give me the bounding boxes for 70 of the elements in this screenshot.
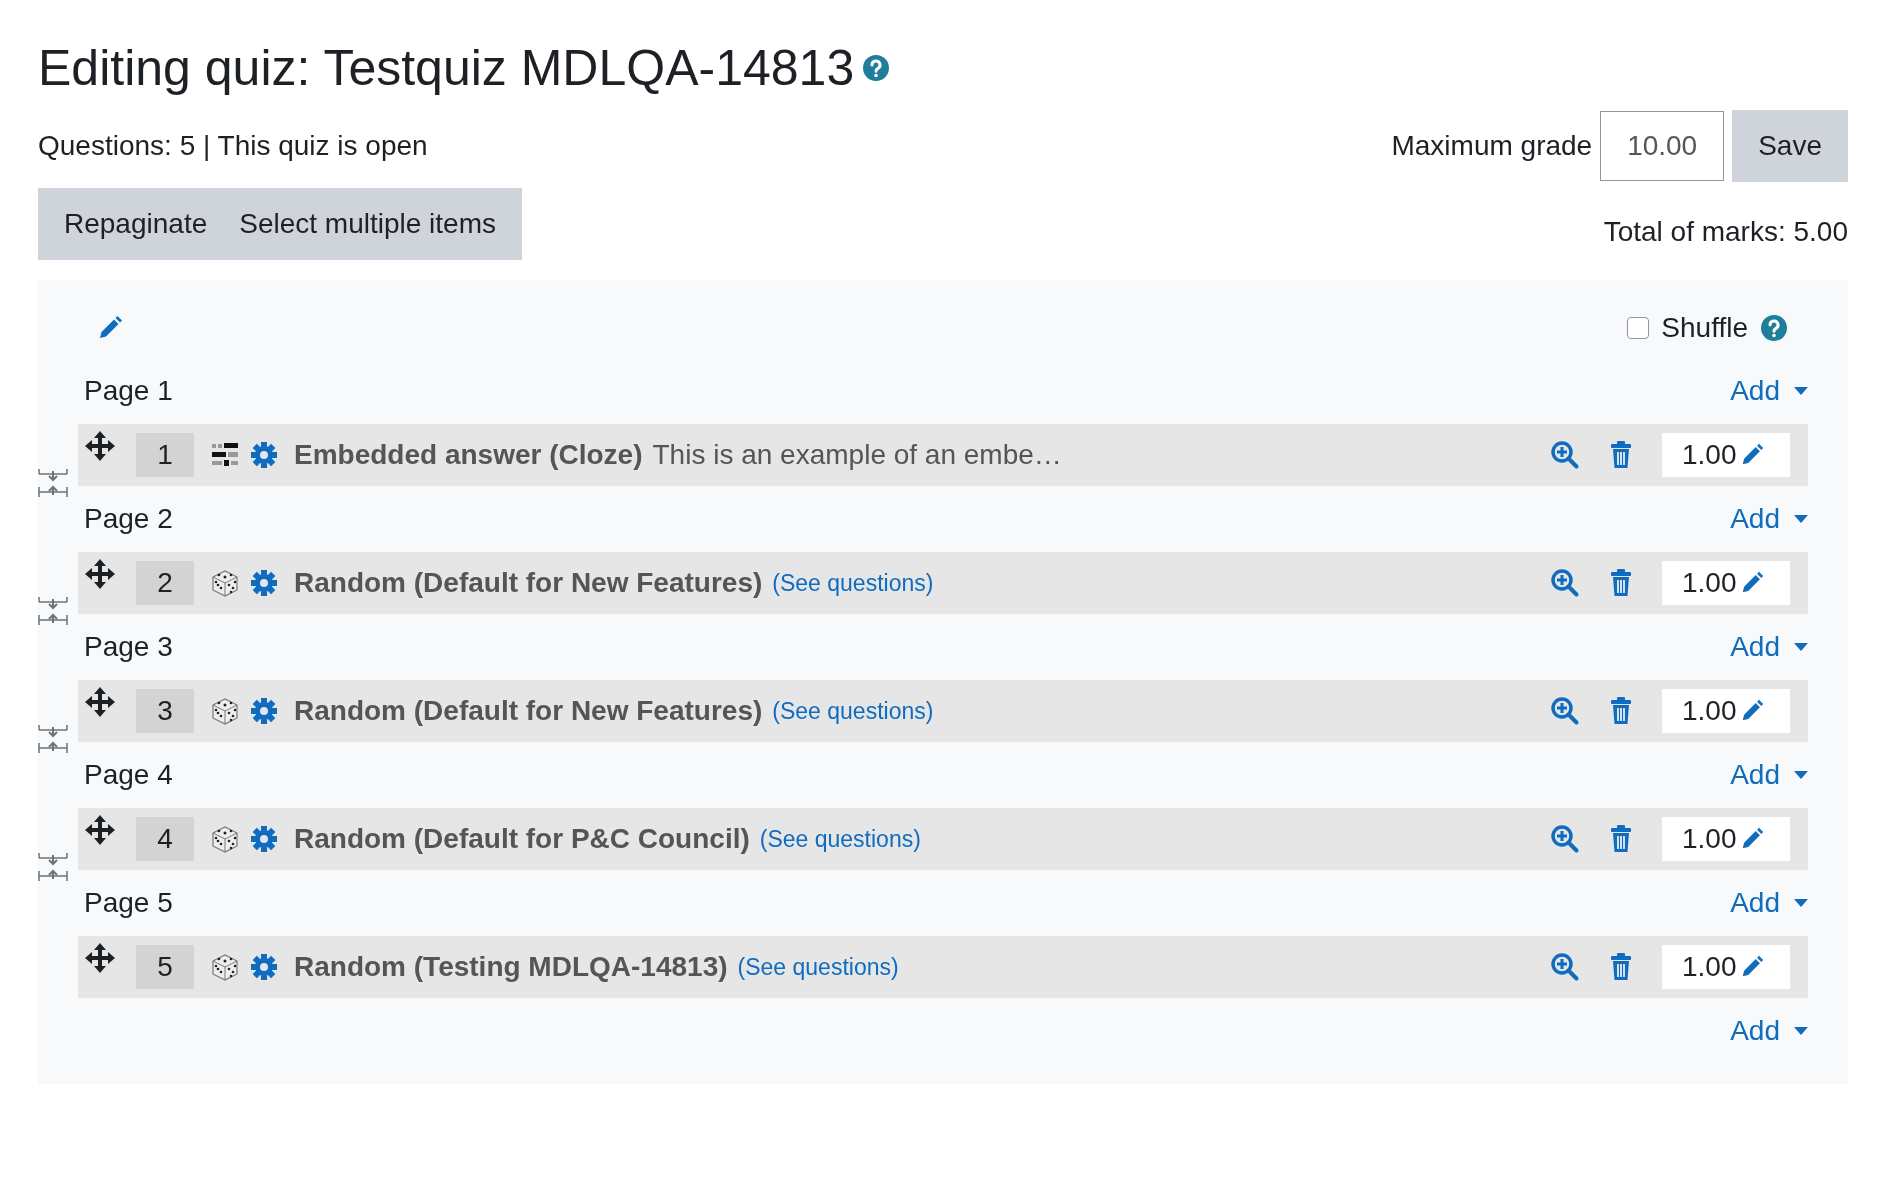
add-menu[interactable]: Add [1730, 631, 1808, 663]
caret-icon [1794, 515, 1808, 523]
preview-icon[interactable] [1550, 568, 1580, 598]
grade-label: Maximum grade [1391, 130, 1593, 162]
question-number: 2 [136, 561, 194, 605]
question-number: 1 [136, 433, 194, 477]
question-name: Random (Default for P&C Council) [294, 823, 750, 855]
dice-icon [210, 568, 240, 598]
mark-field[interactable]: 1.00 [1662, 817, 1790, 861]
preview-icon[interactable] [1550, 952, 1580, 982]
page-label: Page 3 [84, 631, 173, 663]
save-button[interactable]: Save [1732, 110, 1848, 182]
total-marks: Total of marks: 5.00 [1603, 216, 1848, 249]
mark-field[interactable]: 1.00 [1662, 945, 1790, 989]
mark-field[interactable]: 1.00 [1662, 561, 1790, 605]
page-label: Page 5 [84, 887, 173, 919]
move-icon[interactable] [84, 814, 116, 846]
move-icon[interactable] [84, 686, 116, 718]
shuffle-label: Shuffle [1661, 312, 1748, 344]
repaginate-icon[interactable] [38, 852, 68, 882]
question-summary: This is an example of an embe… [652, 439, 1062, 471]
settings-icon[interactable] [250, 953, 278, 981]
question-name: Embedded answer (Cloze) [294, 439, 643, 471]
see-questions-link[interactable]: (See questions) [772, 697, 934, 725]
caret-icon [1794, 771, 1808, 779]
repaginate-icon[interactable] [38, 596, 68, 626]
preview-icon[interactable] [1550, 696, 1580, 726]
preview-icon[interactable] [1550, 440, 1580, 470]
help-icon[interactable] [1760, 314, 1788, 342]
repaginate-icon[interactable] [38, 468, 68, 498]
move-icon[interactable] [84, 942, 116, 974]
question-name: Random (Testing MDLQA-14813) [294, 951, 728, 983]
dice-icon [210, 952, 240, 982]
settings-icon[interactable] [250, 569, 278, 597]
help-icon[interactable] [862, 54, 891, 82]
preview-icon[interactable] [1550, 824, 1580, 854]
page-title: Editing quiz: Testquiz MDLQA-14813 [38, 39, 855, 97]
add-menu[interactable]: Add [1730, 759, 1808, 791]
dice-icon [210, 824, 240, 854]
grade-field[interactable]: 10.00 [1600, 111, 1725, 181]
repaginate-icon[interactable] [38, 724, 68, 754]
question-name: Random (Default for New Features) [294, 567, 763, 599]
mark-field[interactable]: 1.00 [1662, 689, 1790, 733]
see-questions-link[interactable]: (See questions) [759, 825, 921, 853]
settings-icon[interactable] [250, 697, 278, 725]
move-icon[interactable] [84, 558, 116, 590]
caret-icon [1794, 1027, 1808, 1035]
add-menu[interactable]: Add [1730, 375, 1808, 407]
quiz-info: Questions: 5 | This quiz is open [38, 130, 428, 162]
see-questions-link[interactable]: (See questions) [737, 953, 899, 981]
settings-icon[interactable] [250, 441, 278, 469]
question-number: 4 [136, 817, 194, 861]
question-name: Random (Default for New Features) [294, 695, 763, 727]
page-label: Page 2 [84, 503, 173, 535]
move-icon[interactable] [84, 430, 116, 462]
dice-icon [210, 696, 240, 726]
question-number: 5 [136, 945, 194, 989]
add-menu[interactable]: Add [1730, 887, 1808, 919]
shuffle-checkbox[interactable] [1627, 317, 1650, 339]
page-label: Page 1 [84, 375, 173, 407]
add-menu[interactable]: Add [1730, 503, 1808, 535]
caret-icon [1794, 899, 1808, 907]
caret-icon [1794, 387, 1808, 395]
see-questions-link[interactable]: (See questions) [772, 569, 934, 597]
mark-field[interactable]: 1.00 [1662, 433, 1790, 477]
question-number: 3 [136, 689, 194, 733]
add-menu[interactable]: Add [1730, 1015, 1808, 1047]
settings-icon[interactable] [250, 825, 278, 853]
caret-icon [1794, 643, 1808, 651]
page-label: Page 4 [84, 759, 173, 791]
